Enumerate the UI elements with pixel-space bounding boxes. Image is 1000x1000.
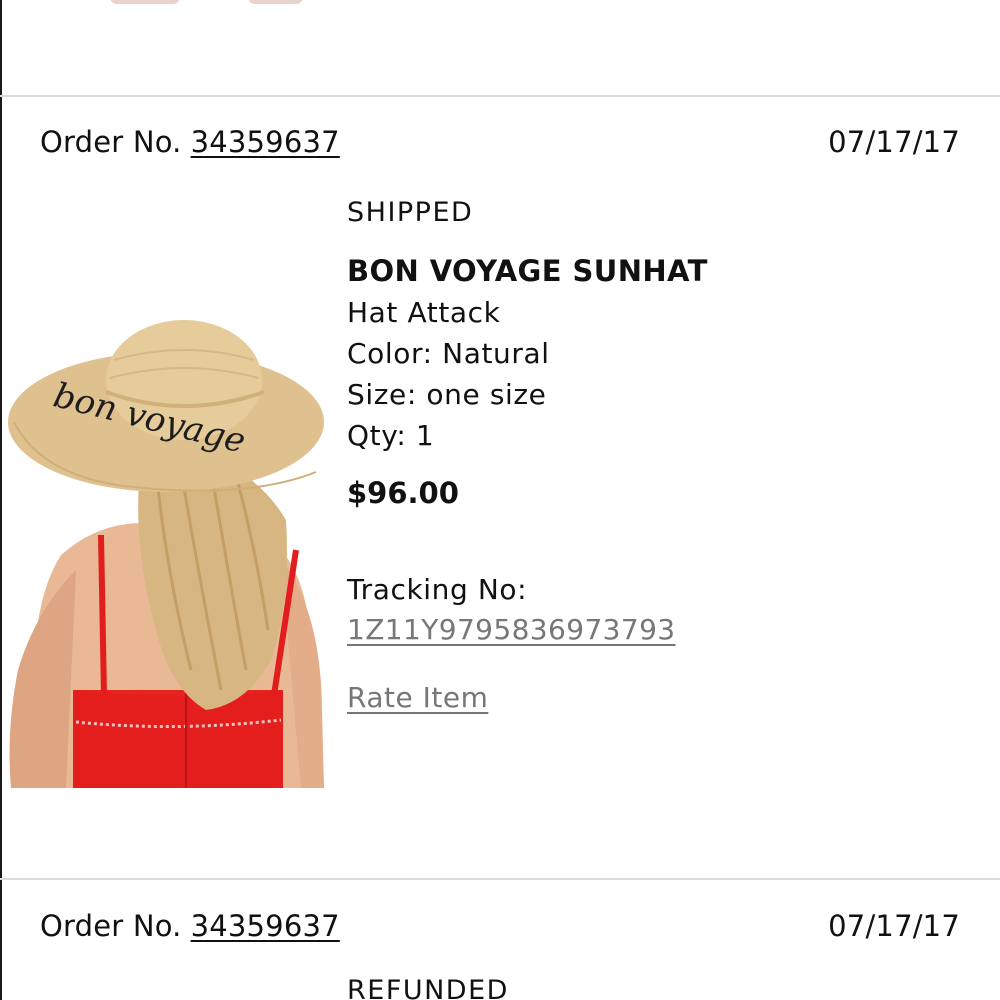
previous-image-fragment xyxy=(110,0,180,4)
order-header: Order No. 34359637 07/17/17 xyxy=(40,122,960,162)
tracking-label: Tracking No: xyxy=(347,573,528,606)
order-history-page: Order No. 34359637 07/17/17 bon voyage S… xyxy=(0,0,1000,1000)
order-number-label: Order No. xyxy=(40,909,182,943)
order-date: 07/17/17 xyxy=(828,125,960,159)
product-title[interactable]: BON VOYAGE SUNHAT xyxy=(347,250,967,292)
product-brand: Hat Attack xyxy=(347,296,501,329)
order-date: 07/17/17 xyxy=(828,909,960,943)
product-details: SHIPPED BON VOYAGE SUNHAT Hat Attack Col… xyxy=(347,192,967,718)
order-number-group: Order No. 34359637 xyxy=(40,125,340,159)
left-border xyxy=(0,0,2,1000)
order-number-link[interactable]: 34359637 xyxy=(191,125,340,159)
order-status: SHIPPED xyxy=(347,197,474,228)
product-price: $96.00 xyxy=(347,476,459,510)
order-number-label: Order No. xyxy=(40,125,182,159)
rate-item-link[interactable]: Rate Item xyxy=(347,678,967,718)
order-status: REFUNDED xyxy=(347,975,509,1000)
previous-image-fragment xyxy=(248,0,303,4)
previous-order-remnant xyxy=(0,0,1000,96)
order-number-link[interactable]: 34359637 xyxy=(191,909,340,943)
tracking-number-link[interactable]: 1Z11Y9795836973793 xyxy=(347,610,967,650)
order-divider xyxy=(0,878,1000,880)
order-number-group: Order No. 34359637 xyxy=(40,909,340,943)
order-divider xyxy=(0,95,1000,97)
product-quantity: Qty: 1 xyxy=(347,419,435,452)
product-color: Color: Natural xyxy=(347,337,550,370)
product-image[interactable]: bon voyage xyxy=(6,310,324,788)
order-header: Order No. 34359637 07/17/17 xyxy=(40,906,960,946)
product-size: Size: one size xyxy=(347,378,547,411)
